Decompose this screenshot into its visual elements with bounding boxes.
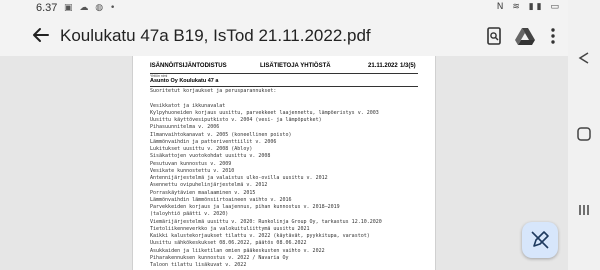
header-page: 1/3(5) [400,63,416,69]
system-nav-bar [568,0,600,270]
text-line: Uusittu sähkökeskukset 08.06.2022, päätö… [150,240,307,247]
text-line: Asennettu ovipuhelinjärjestelmä v. 2012 [150,182,268,189]
google-drive-icon[interactable] [514,25,536,47]
header-center: LISÄTIETOJA YHTIÖSTÄ [260,63,331,69]
more-vert-icon[interactable] [542,25,564,47]
text-line: Kaikki kalustekorjaukset tilattu v. 2022… [150,233,370,239]
text-line: Viemärijärjestelmä uusittu v. 2020: Runk… [150,218,382,225]
company-row: Yhtiön nimi Asunto Oy Koulukatu 47 a [150,74,418,87]
text-line: Parvekkeiden korjaus ja laajennus, pihan… [150,204,340,210]
document-search-icon[interactable] [483,25,505,47]
text-line [150,95,420,102]
text-line: Porraskäytävien maalaaminen v. 2015 [150,189,256,196]
text-line: Asukkaiden ja liiketilan omien pääkeskus… [150,247,325,254]
document-header: ISÄNNÖITSIJÄNTODISTUS LISÄTIETOJA YHTIÖS… [150,61,418,74]
document-title: Koulukatu 47a B19, IsTod 21.11.2022.pdf [60,26,371,45]
app-bar: Koulukatu 47a B19, IsTod 21.11.2022.pdf [0,16,568,56]
nav-back-icon[interactable] [576,50,592,66]
text-line: Suoritetut korjaukset ja perusparannukse… [150,88,277,94]
status-bar: 6.37 ▣ ☁ ◍ • N ≋ ▮▮ ▭ [0,0,568,16]
header-left: ISÄNNÖITSIJÄNTODISTUS [150,63,227,69]
text-line: Sisäkattojen vuotokohdat uusittu v. 2008 [150,153,271,160]
text-line: Pihasuunnitelma v. 2006 [150,124,220,131]
text-line: Uusittu käyttövesiputkisto v. 2004 (vesi… [150,117,322,123]
nav-recents-icon[interactable] [576,202,592,218]
nav-home-icon[interactable] [576,126,592,142]
text-line: Kylpyhuoneiden korjaus uusittu, parvekke… [150,109,379,116]
back-arrow-icon[interactable] [30,24,52,46]
header-date: 21.11.2022 [368,63,398,69]
text-line: Tietoliikenneverkko ja valokuituliittymä… [150,225,310,232]
document-body: Suoritetut korjaukset ja perusparannukse… [150,88,420,269]
text-line: Lämmönvaihdin ja patteriventtiilit v. 20… [150,138,277,145]
company-name: Asunto Oy Koulukatu 47 a [150,78,219,84]
text-line: Vesikate kunnostettu v. 2010 [150,167,235,174]
pdf-page: ISÄNNÖITSIJÄNTODISTUS LISÄTIETOJA YHTIÖS… [132,56,436,270]
status-time: 6.37 [36,2,58,14]
text-line: Lukitukset uusittu v. 2008 (Abloy) [150,146,253,152]
text-line: Pesutuvan kunnostus v. 2009 [150,160,232,167]
text-line: Piharakennuksen kunnostus v. 2022 / Nava… [150,254,289,261]
text-line: (taloyhtiö päätti v. 2020) [150,211,229,218]
text-line: Antennijärjestelmä ja valaistus ulko-ovi… [150,175,328,181]
notification-icons: ▣ ☁ ◍ • [64,3,118,13]
edit-fab-button[interactable] [522,222,558,258]
text-line: Taloon tilattu lisäkuvat v. 2022 [150,262,247,268]
system-icons: N ≋ ▮▮ ▭ [496,2,562,12]
text-line: Vesikkatot ja ikkunavalat [150,102,226,109]
text-line: Ilmanvaihtokanavat v. 2005 (koneellinen … [150,131,292,138]
edit-off-icon [531,231,549,249]
text-line: Lämmönvaihdin lämmönsiirtoaineen vaihto … [150,196,292,203]
pdf-viewer[interactable]: ISÄNNÖITSIJÄNTODISTUS LISÄTIETOJA YHTIÖS… [0,56,568,270]
